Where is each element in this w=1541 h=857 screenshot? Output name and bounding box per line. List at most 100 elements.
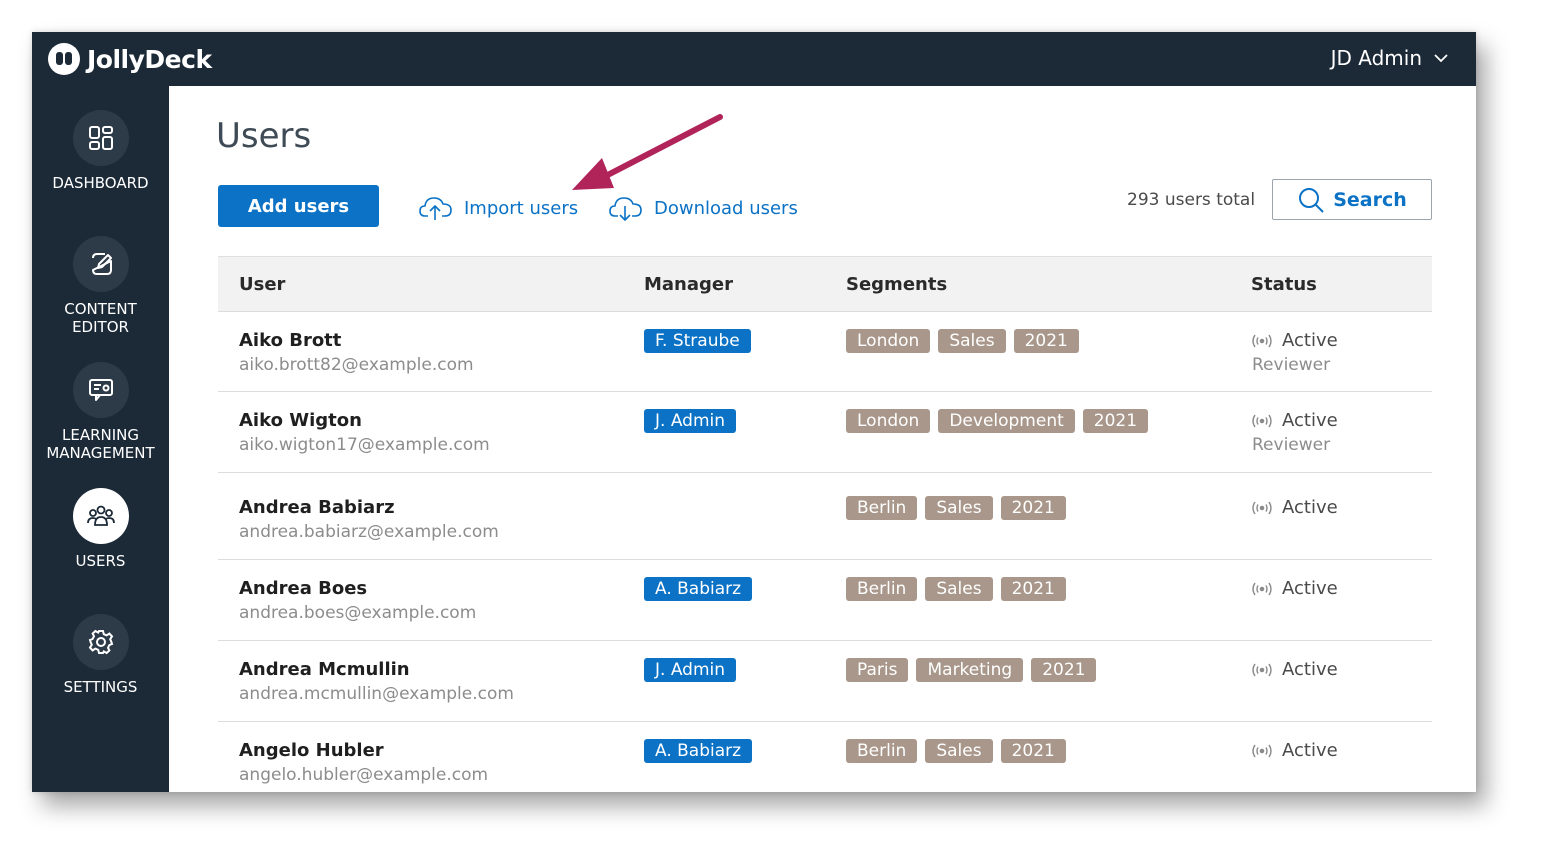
cloud-download-icon (609, 197, 642, 221)
users-table: User Manager Segments Status Aiko Brott a… (218, 256, 1432, 792)
edit-pencil-icon (91, 253, 112, 275)
table-row[interactable]: Andrea Boes andrea.boes@example.com A. Bab… (218, 560, 1432, 641)
column-header-user[interactable]: User (239, 274, 285, 295)
segment-tag: 2021 (1013, 329, 1079, 353)
user-email: aiko.wigton17@example.com (239, 435, 490, 455)
learning-icon (88, 379, 113, 401)
user-name[interactable]: Aiko Wigton (239, 410, 362, 431)
segment-tag: London (846, 329, 931, 353)
sidebar-item-label: CONTENT EDITOR (64, 300, 137, 336)
manager-badge[interactable]: F. Straube (644, 329, 751, 353)
segment-tag: Sales (925, 739, 993, 763)
active-signal-icon (1252, 744, 1272, 757)
segment-tag: 2021 (1000, 577, 1066, 601)
sidebar-item-dashboard[interactable]: DASHBOARD (32, 110, 169, 192)
gear-icon (88, 629, 113, 655)
add-users-button[interactable]: Add users (218, 185, 379, 227)
column-header-segments[interactable]: Segments (846, 274, 947, 295)
sidebar-item-label: DASHBOARD (52, 174, 149, 192)
sidebar-item-settings[interactable]: SETTINGS (32, 614, 169, 696)
segment-tags: Berlin Sales 2021 (846, 496, 1074, 520)
manager-badge[interactable]: A. Babiarz (644, 739, 753, 763)
app-logo[interactable]: JollyDeck (48, 42, 212, 76)
user-name[interactable]: Andrea Babiarz (239, 497, 395, 518)
user-name[interactable]: Andrea Mcmullin (239, 659, 410, 680)
segment-tags: Berlin Sales 2021 (846, 577, 1074, 601)
status-text: Active (1282, 578, 1338, 599)
column-header-manager[interactable]: Manager (644, 274, 733, 295)
search-button[interactable]: Search (1272, 179, 1432, 220)
segment-tag: Development (938, 409, 1075, 433)
user-name[interactable]: Angelo Hubler (239, 740, 384, 761)
users-icon (86, 505, 115, 526)
table-row[interactable]: Angelo Hubler angelo.hubler@example.com A.… (218, 722, 1432, 792)
user-email: aiko.brott82@example.com (239, 355, 474, 375)
status-text: Active (1282, 740, 1338, 761)
table-row[interactable]: Andrea Mcmullin andrea.mcmullin@example.c… (218, 641, 1432, 722)
active-signal-icon (1252, 414, 1272, 427)
top-bar: JollyDeck JD Admin (32, 32, 1476, 86)
user-email: andrea.boes@example.com (239, 603, 477, 623)
import-users-link[interactable]: Import users (418, 194, 578, 222)
segment-tag: 2021 (1000, 496, 1066, 520)
sidebar-item-label: SETTINGS (63, 678, 138, 696)
user-email: andrea.babiarz@example.com (239, 522, 499, 542)
segment-tag: Sales (925, 577, 993, 601)
table-row[interactable]: Aiko Brott aiko.brott82@example.com F. Str… (218, 312, 1432, 392)
user-name[interactable]: Andrea Boes (239, 578, 367, 599)
table-row[interactable]: Aiko Wigton aiko.wigton17@example.com J. A… (218, 392, 1432, 473)
status-text: Active (1282, 410, 1338, 431)
status-badge: Active (1250, 659, 1338, 680)
active-signal-icon (1252, 582, 1272, 595)
manager-badge[interactable]: J. Admin (644, 409, 737, 433)
segment-tag: 2021 (1082, 409, 1149, 433)
user-email: andrea.mcmullin@example.com (239, 684, 514, 704)
segment-tag: Marketing (916, 658, 1024, 682)
segment-tags: London Development 2021 (846, 409, 1156, 433)
download-users-link[interactable]: Download users (608, 194, 798, 222)
import-users-label: Import users (464, 197, 579, 219)
segment-tag: London (846, 409, 931, 433)
manager-badge[interactable]: J. Admin (644, 658, 737, 682)
search-label: Search (1333, 188, 1407, 211)
user-email: angelo.hubler@example.com (239, 765, 489, 785)
download-users-label: Download users (654, 197, 798, 219)
user-name[interactable]: Aiko Brott (239, 330, 341, 351)
segment-tags: Berlin Sales 2021 (846, 739, 1074, 763)
user-role: Reviewer (1252, 435, 1331, 455)
table-header: User Manager Segments Status (218, 256, 1432, 312)
segment-tag: Berlin (846, 739, 918, 763)
segment-tag: 2021 (1000, 739, 1066, 763)
segment-tag: Sales (938, 329, 1006, 353)
segment-tag: Berlin (846, 577, 918, 601)
table-body: Aiko Brott aiko.brott82@example.com F. Str… (218, 312, 1432, 792)
chevron-down-icon (1434, 53, 1448, 62)
status-text: Active (1282, 659, 1338, 680)
segment-tag: Sales (925, 496, 993, 520)
brand-name: JollyDeck (87, 44, 212, 74)
column-header-status[interactable]: Status (1251, 274, 1317, 295)
search-icon (1299, 187, 1324, 213)
cloud-upload-icon (419, 197, 452, 220)
user-role: Reviewer (1252, 355, 1331, 375)
segment-tags: Paris Marketing 2021 (846, 658, 1104, 682)
table-row[interactable]: Andrea Babiarz andrea.babiarz@example.com… (218, 473, 1432, 560)
status-text: Active (1282, 330, 1338, 351)
page-title: Users (216, 116, 312, 156)
status-badge: Active (1250, 578, 1338, 599)
manager-badge[interactable]: A. Babiarz (644, 577, 753, 601)
active-signal-icon (1252, 501, 1272, 514)
user-menu[interactable]: JD Admin (1331, 46, 1448, 70)
sidebar-item-learning-management[interactable]: LEARNING MANAGEMENT (32, 362, 169, 462)
logo-icon (48, 43, 80, 75)
segment-tag: Berlin (846, 496, 918, 520)
main-content: Users Add users Import users Download us… (169, 86, 1476, 792)
active-signal-icon (1252, 334, 1272, 347)
users-total-count: 293 users total (1127, 190, 1256, 210)
status-badge: Active (1250, 410, 1338, 431)
sidebar-item-content-editor[interactable]: CONTENT EDITOR (32, 236, 169, 336)
status-badge: Active (1250, 740, 1338, 761)
sidebar-item-users[interactable]: USERS (32, 488, 169, 570)
dashboard-grid-icon (88, 126, 113, 150)
status-text: Active (1282, 497, 1338, 518)
